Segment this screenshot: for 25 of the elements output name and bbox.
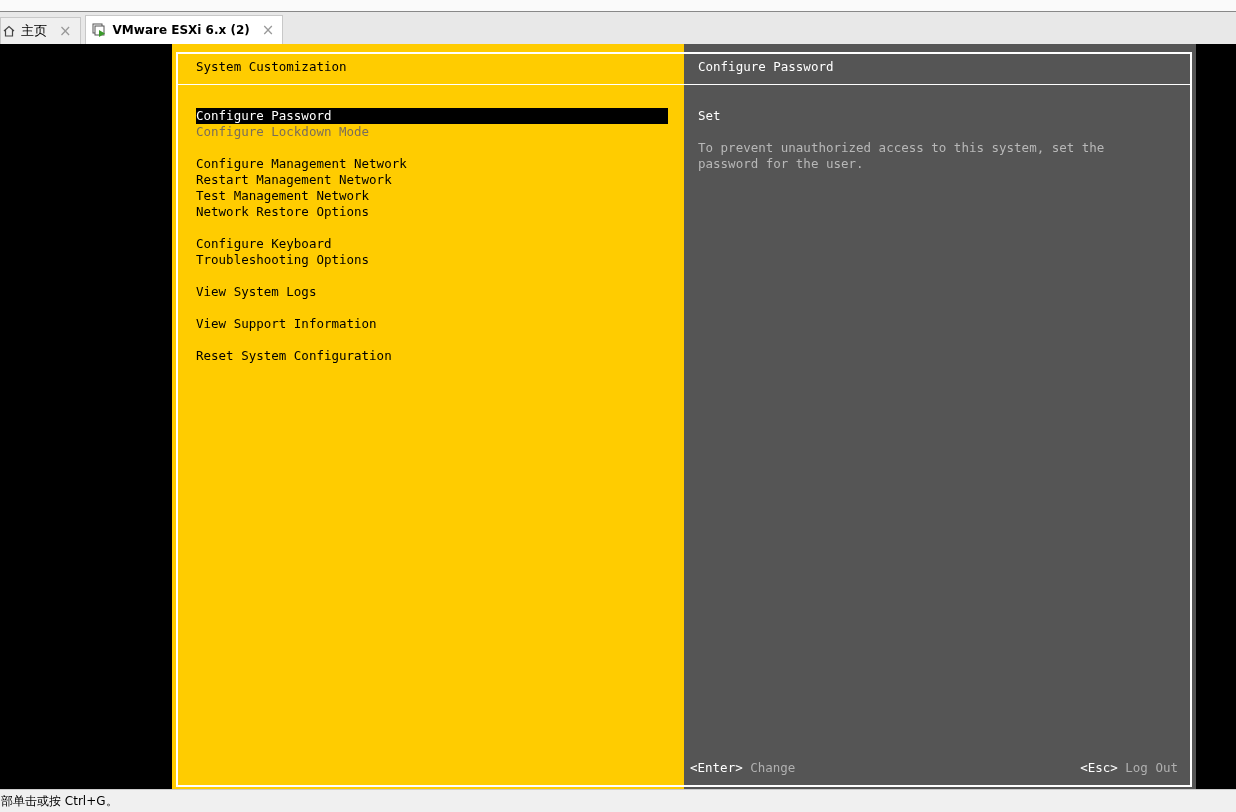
key-action: Change	[750, 760, 796, 775]
menu-item[interactable]: View Support Information	[196, 316, 668, 332]
key-hint: <Esc>	[1080, 760, 1118, 775]
home-icon	[3, 25, 15, 37]
tab-label: 主页	[21, 22, 47, 40]
menu-item[interactable]: Test Management Network	[196, 188, 668, 204]
tab[interactable]: 主页 ×	[0, 17, 81, 44]
key-hint: <Enter>	[690, 760, 743, 775]
password-status: Set	[697, 107, 722, 124]
detail-description: To prevent unauthorized access to this system, set the password for the user.	[697, 139, 1106, 172]
detail-title: Configure Password	[697, 58, 835, 76]
menu-title: System Customization	[195, 58, 348, 76]
menu-item[interactable]: Network Restore Options	[196, 204, 668, 220]
tab-label: VMware ESXi 6.x (2)	[112, 23, 250, 37]
status-text: 部单击或按 Ctrl+G。	[1, 792, 118, 810]
menu-item[interactable]: Configure Keyboard	[196, 236, 668, 252]
virtual-machine-icon	[91, 22, 107, 38]
menu-item[interactable]: Configure Management Network	[196, 156, 668, 172]
menu-item[interactable]: View System Logs	[196, 284, 668, 300]
menu-item[interactable]: Restart Management Network	[196, 172, 668, 188]
key-action: Log Out	[1125, 760, 1178, 775]
menu-item[interactable]: Troubleshooting Options	[196, 252, 668, 268]
tab[interactable]: VMware ESXi 6.x (2) ×	[84, 15, 284, 44]
menu-item[interactable]: Configure Password	[196, 108, 668, 124]
menu-item[interactable]: Reset System Configuration	[196, 348, 668, 364]
